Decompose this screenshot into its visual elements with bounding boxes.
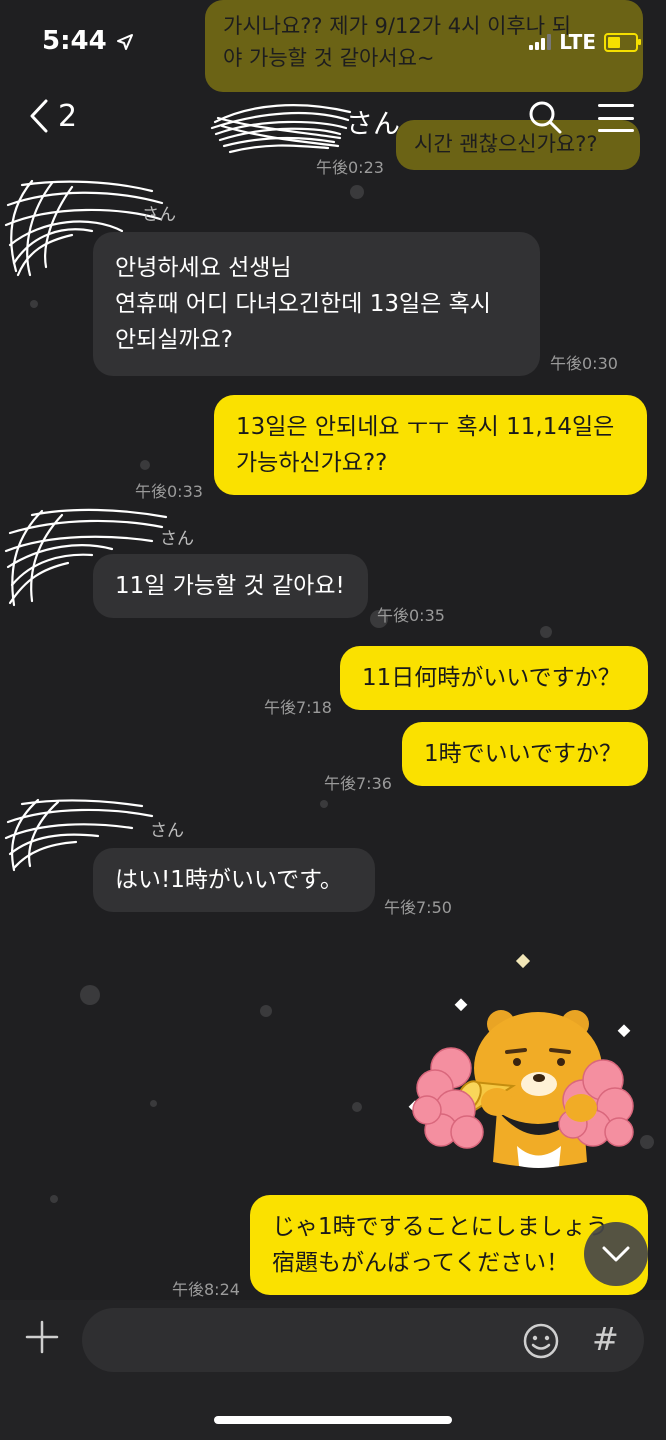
- status-indicators: LTE: [529, 30, 641, 54]
- scroll-to-bottom-button[interactable]: [584, 1222, 648, 1286]
- status-time-text: 5:44: [42, 26, 107, 56]
- ryan-sticker[interactable]: [405, 950, 645, 1175]
- message-time: 午後0:23: [316, 158, 384, 177]
- emoji-icon[interactable]: [522, 1322, 560, 1360]
- snow-particle: [30, 300, 38, 308]
- message-time: 午後8:24: [172, 1280, 240, 1299]
- message-time: 午後0:30: [550, 354, 618, 373]
- signal-icon: [529, 34, 552, 50]
- message-time: 午後7:18: [264, 698, 332, 717]
- snow-particle: [80, 985, 100, 1005]
- snow-particle: [50, 1195, 58, 1203]
- menu-icon[interactable]: [598, 104, 634, 132]
- message-bubble-outgoing[interactable]: 11日何時がいいですか？: [340, 646, 648, 710]
- message-bubble-incoming[interactable]: 안녕하세요 선생님 연휴때 어디 다녀오긴한데 13일은 혹시 안되실까요?: [93, 232, 540, 376]
- redaction-scribble: [210, 104, 352, 154]
- battery-icon: [604, 32, 641, 52]
- snow-particle: [350, 185, 364, 199]
- message-bubble-incoming[interactable]: はい!1時がいいです。: [93, 848, 375, 912]
- message-line: 11일 가능할 것 같아요!: [115, 573, 345, 599]
- back-button[interactable]: 2: [28, 98, 77, 134]
- search-icon[interactable]: [528, 100, 562, 134]
- message-time: 午後7:50: [384, 898, 452, 917]
- back-chevron-icon: [30, 99, 48, 133]
- message-time: 午後0:33: [135, 482, 203, 501]
- message-line: 1時でいいですか？: [424, 741, 622, 767]
- sender-name: さん: [142, 205, 176, 225]
- snow-particle: [150, 1100, 157, 1107]
- snow-particle: [140, 460, 150, 470]
- message-line: 안녕하세요 선생님: [115, 255, 292, 281]
- location-arrow-icon: [116, 33, 133, 50]
- snow-particle: [352, 1102, 362, 1112]
- message-time: 午後0:35: [377, 606, 445, 625]
- message-line: 가능하신가요??: [236, 450, 388, 476]
- message-line: じゃ1時ですることにしましょう: [272, 1214, 609, 1240]
- message-line: 宿題もがんばってください！: [272, 1250, 570, 1276]
- sender-name: さん: [160, 529, 194, 549]
- snow-particle: [540, 626, 552, 638]
- message-line: 11日何時がいいですか？: [362, 665, 621, 691]
- previous-message-line: 시간 괜찮으신가요??: [414, 132, 598, 156]
- message-time: 午後7:36: [324, 774, 392, 793]
- snow-particle: [260, 1005, 272, 1017]
- plus-icon[interactable]: [25, 1320, 59, 1354]
- chevron-down-icon: [602, 1246, 630, 1262]
- message-line: 연휴때 어디 다녀오긴한데 13일은 혹시: [115, 291, 491, 317]
- message-line: 13일은 안되네요 ㅜㅜ 혹시 11,14일은: [236, 414, 615, 440]
- message-bubble-outgoing[interactable]: 1時でいいですか？: [402, 722, 648, 786]
- status-time: 5:44: [42, 26, 134, 56]
- message-line: はい!1時がいいです。: [115, 867, 343, 893]
- home-indicator: [214, 1416, 452, 1424]
- message-line: 안되실까요?: [115, 327, 234, 353]
- unread-count: 2: [58, 98, 78, 134]
- network-label: LTE: [559, 30, 596, 54]
- sender-name: さん: [150, 821, 184, 841]
- hash-icon[interactable]: #: [592, 1320, 619, 1358]
- message-bubble-outgoing[interactable]: 13일은 안되네요 ㅜㅜ 혹시 11,14일은 가능하신가요??: [214, 395, 647, 495]
- snow-particle: [320, 800, 328, 808]
- message-bubble-incoming[interactable]: 11일 가능할 것 같아요!: [93, 554, 368, 618]
